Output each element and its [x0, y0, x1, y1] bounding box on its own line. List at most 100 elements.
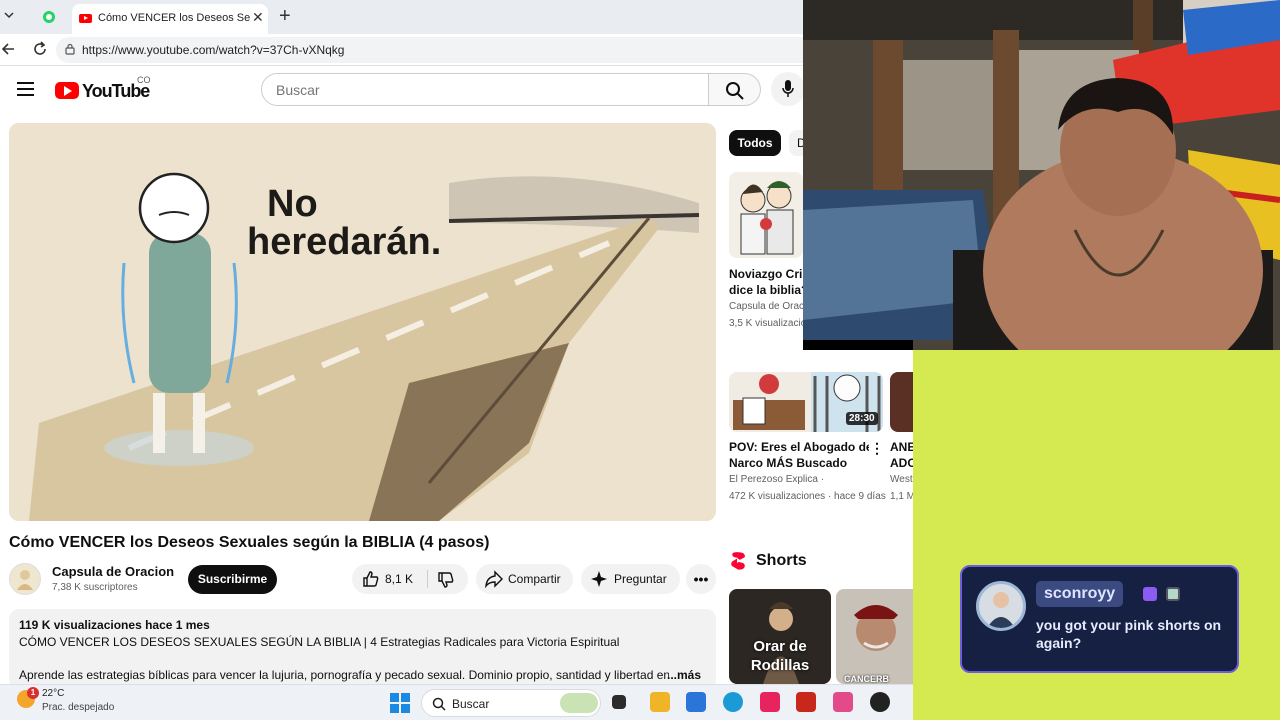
rec-title-2a[interactable]: POV: Eres el Abogado del	[729, 439, 869, 455]
description-line1: CÓMO VENCER LOS DESEOS SEXUALES SEGÚN LA…	[19, 635, 620, 649]
subscriber-count: 7,38 K suscriptores	[52, 582, 138, 593]
chat-username: sconroyy	[1036, 581, 1124, 607]
shorts-title: Shorts	[756, 552, 807, 569]
search-icon	[726, 82, 744, 100]
twitch-icon	[1143, 587, 1157, 601]
rec-title-1b[interactable]: dice la biblia?	[729, 282, 803, 298]
thumbnail-text-line2: heredarán.	[247, 221, 442, 263]
youtube-play-icon	[55, 82, 79, 99]
chat-user-avatar	[976, 581, 1026, 631]
youtube-logo[interactable]: YouTube CO	[55, 75, 151, 102]
share-button[interactable]: Compartir	[476, 564, 573, 594]
search-icon	[432, 697, 446, 711]
video-title: Cómo VENCER los Deseos Sexuales según la…	[9, 534, 490, 551]
rec-channel-2[interactable]: El Perezoso Explica ·	[729, 474, 879, 485]
store-icon[interactable]	[686, 692, 706, 712]
channel-avatar[interactable]	[9, 563, 41, 595]
like-button[interactable]: 8,1 K	[352, 564, 427, 594]
browser-tab-bar: Cómo VENCER los Deseos Sexuales según la…	[0, 0, 803, 34]
subscriber-badge-icon	[1166, 587, 1180, 601]
chip-next[interactable]: D	[789, 130, 803, 156]
short-label-2: CANCERB	[844, 674, 889, 684]
description-line2: Aprende las estrategias bíblicas para ve…	[19, 668, 669, 682]
ask-button[interactable]: Preguntar	[581, 564, 680, 594]
ask-label: Preguntar	[614, 572, 667, 586]
weather-description[interactable]: Prac. despejado	[42, 702, 114, 713]
weather-notification-badge: 1	[27, 687, 39, 699]
rec-thumbnail-3[interactable]	[890, 372, 913, 432]
rec-meta-3: 1,1 M	[890, 491, 913, 502]
app-icon[interactable]	[796, 692, 816, 712]
video-player[interactable]: No heredarán.	[9, 123, 716, 521]
chip-all[interactable]: Todos	[729, 130, 781, 156]
url-field[interactable]: https://www.youtube.com/watch?v=37Ch-vXN…	[56, 37, 803, 63]
site-info-icon[interactable]	[64, 43, 76, 58]
streaming-app-icon[interactable]	[833, 692, 853, 712]
share-label: Compartir	[508, 572, 561, 586]
search-input[interactable]	[276, 81, 696, 99]
sparkle-icon	[591, 571, 607, 587]
windows-start-icon[interactable]	[390, 693, 410, 713]
description-box[interactable]: 119 K visualizaciones hace 1 mes CÓMO VE…	[9, 609, 716, 689]
youtube-favicon-icon	[79, 14, 92, 23]
like-dislike-group: 8,1 K	[352, 564, 468, 594]
rec-meta-2: 472 K visualizaciones · hace 9 días	[729, 491, 886, 502]
back-arrow-icon[interactable]	[0, 40, 18, 58]
edge-icon[interactable]	[723, 692, 743, 712]
address-bar-row: https://www.youtube.com/watch?v=37Ch-vXN…	[0, 34, 803, 66]
hamburger-menu-icon[interactable]	[17, 82, 34, 96]
subscribe-button[interactable]: Suscribirme	[188, 565, 277, 594]
obs-icon[interactable]	[870, 692, 890, 712]
duration-badge: 28:30	[846, 412, 878, 425]
rec-meta-1: 3,5 K visualizacio	[729, 318, 803, 329]
chat-message-card: sconroyy you got your pink shorts on aga…	[960, 565, 1239, 673]
search-button[interactable]	[709, 73, 761, 106]
shorts-icon	[731, 552, 746, 570]
voice-search-button[interactable]	[771, 72, 805, 106]
thumbs-up-icon	[363, 571, 379, 587]
channel-name[interactable]: Capsula de Oracion	[52, 564, 174, 579]
rec-title-2b[interactable]: Narco MÁS Buscado	[729, 455, 869, 471]
more-actions-button[interactable]: •••	[686, 564, 716, 594]
short-item-1[interactable]: Orar de Rodillas	[729, 589, 831, 684]
thumbnail-text-line1: No	[267, 183, 318, 225]
share-arrow-icon	[485, 570, 503, 588]
dislike-button[interactable]	[428, 564, 468, 594]
like-count: 8,1 K	[385, 572, 414, 586]
short-item-2[interactable]: CANCERB	[836, 589, 913, 684]
description-more-link[interactable]: ...más	[667, 668, 701, 682]
video-frame-illustration	[9, 123, 716, 521]
tiktok-icon[interactable]	[760, 692, 780, 712]
tab-title: Cómo VENCER los Deseos Sexuales según la…	[98, 12, 250, 24]
search-box	[261, 73, 709, 106]
chat-message-text: you got your pink shorts on again?	[1036, 617, 1222, 651]
rec-more-icon[interactable]: ⋮	[870, 440, 884, 457]
youtube-header: YouTube CO	[0, 66, 805, 116]
country-code: CO	[137, 75, 151, 85]
tab-active[interactable]: Cómo VENCER los Deseos Sexuales según la…	[72, 4, 268, 34]
taskbar-search-label: Buscar	[452, 697, 490, 711]
reload-icon[interactable]	[31, 40, 49, 58]
tab-whatsapp[interactable]	[36, 6, 62, 28]
rec-channel-1[interactable]: Capsula de Oracio	[729, 301, 803, 312]
weather-temperature[interactable]: 22°C	[42, 688, 64, 699]
windows-taskbar: 1 22°C Prac. despejado Buscar	[0, 684, 913, 720]
description-stats: 119 K visualizaciones hace 1 mes	[19, 618, 210, 632]
taskbar-search-field[interactable]: Buscar	[421, 689, 601, 717]
rec-title-1a[interactable]: Noviazgo Crist	[729, 266, 803, 282]
rec-title-3a[interactable]: ANE	[890, 439, 913, 455]
rec-channel-3[interactable]: West	[890, 474, 913, 485]
file-explorer-icon[interactable]	[650, 692, 670, 712]
short-label-1: Orar de Rodillas	[750, 638, 810, 674]
close-icon[interactable]: ✕	[252, 9, 264, 26]
webcam-overlay	[803, 0, 1280, 350]
search-highlight-icon	[560, 693, 598, 713]
rec-title-3b[interactable]: ADO	[890, 455, 913, 471]
url-text: https://www.youtube.com/watch?v=37Ch-vXN…	[82, 43, 345, 57]
rec-thumbnail-1[interactable]	[729, 172, 803, 258]
new-tab-plus-icon[interactable]: +	[279, 5, 291, 27]
task-view-icon[interactable]	[612, 695, 626, 709]
microphone-icon	[782, 80, 794, 97]
tab-list-chevron-icon[interactable]	[2, 8, 18, 26]
thumbs-down-icon	[438, 572, 454, 588]
